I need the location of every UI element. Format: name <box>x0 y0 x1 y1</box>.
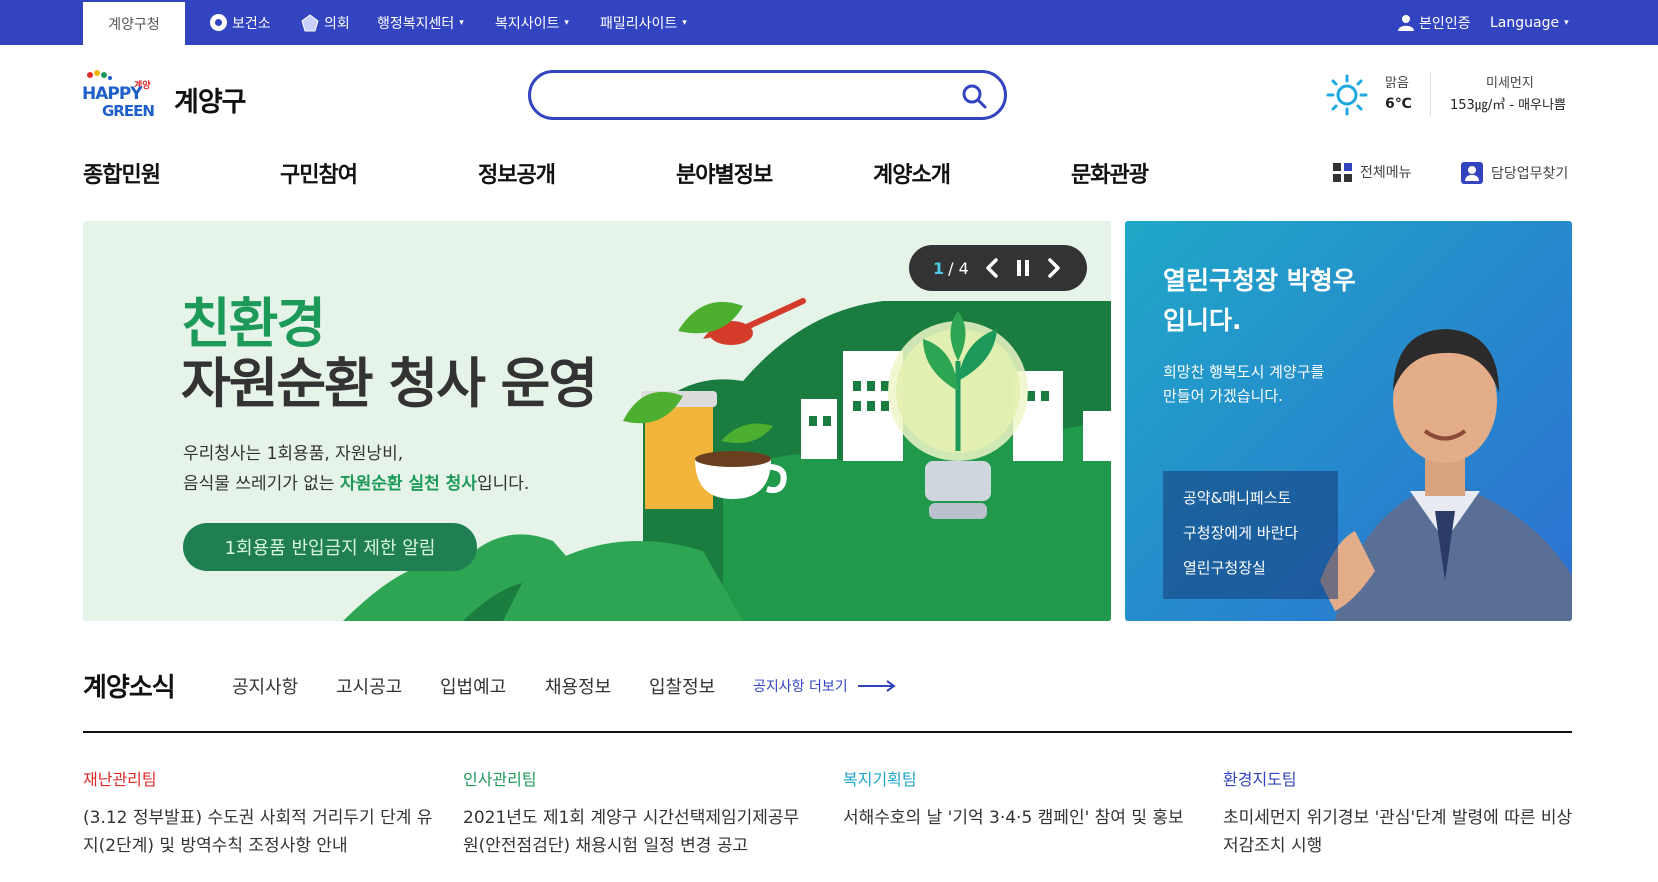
gnb-item-culture-tourism[interactable]: 문화관광 <box>1071 157 1149 189</box>
news-headline[interactable]: (3.12 정부발표) 수도권 사회적 거리두기 단계 유지(2단계) 및 방역… <box>83 804 433 860</box>
dropdown-language[interactable]: Language ▾ <box>1490 0 1569 45</box>
news-headline[interactable]: 초미세먼지 위기경보 '관심'단계 발령에 따른 비상저감조치 시행 <box>1223 804 1573 860</box>
more-notices-link[interactable]: 공지사항 더보기 <box>753 676 896 696</box>
news-item[interactable]: 환경지도팀 초미세먼지 위기경보 '관심'단계 발령에 따른 비상저감조치 시행 <box>1223 766 1573 860</box>
divider <box>83 731 1572 733</box>
slide-current: 1 <box>933 258 945 278</box>
fine-dust-value: 153㎍/㎥ - 매우나쁨 <box>1450 98 1566 113</box>
chevron-down-icon: ▾ <box>459 17 464 28</box>
tab-recruitment[interactable]: 채용정보 <box>545 673 611 699</box>
dropdown-admin-centers[interactable]: 행정복지센터 ▾ <box>377 0 464 45</box>
search-input[interactable] <box>549 81 949 109</box>
search-box <box>528 70 1007 120</box>
mayor-portrait <box>1320 329 1572 621</box>
main-banner-slide[interactable]: 친환경 자원순환 청사 운영 우리청사는 1회용품, 자원낭비, 음식물 쓰레기… <box>83 221 1111 621</box>
link-pledges-manifesto[interactable]: 공약&매니페스토 <box>1183 487 1338 508</box>
next-slide-icon[interactable] <box>1047 258 1061 278</box>
dropdown-family-sites[interactable]: 패밀리사이트 ▾ <box>600 0 687 45</box>
link-council[interactable]: 의회 <box>301 0 350 45</box>
gnb-item-participation[interactable]: 구민참여 <box>280 157 358 189</box>
prev-slide-icon[interactable] <box>985 258 999 278</box>
tab-notices[interactable]: 공지사항 <box>232 673 298 699</box>
gnb-item-field-info[interactable]: 분야별정보 <box>676 157 773 189</box>
health-center-icon <box>210 14 227 31</box>
search-icon[interactable] <box>960 82 988 110</box>
top-utility-bar: 계양구청 보건소 의회 행정복지센터 ▾ 복지사이트 ▾ 패밀리사이트 ▾ 본인… <box>0 0 1658 45</box>
gnb-item-civil-service[interactable]: 종합민원 <box>83 157 161 189</box>
mayor-desc-line2: 만들어 가겠습니다. <box>1163 387 1283 405</box>
banner-desc-highlight: 자원순환 실천 청사 <box>339 474 477 494</box>
site-logo[interactable]: 계양 HAPPY GREEN 계양구 <box>82 68 262 126</box>
pause-icon[interactable] <box>1015 258 1031 278</box>
mayor-links: 공약&매니페스토 구청장에게 바란다 열린구청장실 <box>1163 471 1338 599</box>
fine-dust-label: 미세먼지 <box>1486 76 1534 91</box>
chevron-down-icon: ▾ <box>564 17 569 28</box>
news-department: 환경지도팀 <box>1223 770 1297 789</box>
staff-search-button[interactable]: 담당업무찾기 <box>1461 162 1568 184</box>
dropdown-welfare-sites[interactable]: 복지사이트 ▾ <box>495 0 569 45</box>
mayor-title-line1: 열린구청장 박형우 <box>1163 266 1356 295</box>
news-department: 인사관리팀 <box>463 770 537 789</box>
link-requests-to-mayor[interactable]: 구청장에게 바란다 <box>1183 522 1338 543</box>
divider <box>1430 72 1431 116</box>
tab-gyeyang-office[interactable]: 계양구청 <box>83 2 185 45</box>
news-item[interactable]: 인사관리팀 2021년도 제1회 계양구 시간선택제임기제공무원(안전점검단) … <box>463 766 813 860</box>
mayor-desc-line1: 희망찬 행복도시 계양구를 <box>1163 363 1325 381</box>
link-health-center[interactable]: 보건소 <box>210 0 271 45</box>
news-section-title: 계양소식 <box>83 673 176 703</box>
disposables-notice-button[interactable]: 1회용품 반입금지 제한 알림 <box>183 523 477 571</box>
news-headline[interactable]: 서해수호의 날 '기억 3·4·5 캠페인' 참여 및 홍보 <box>843 804 1193 832</box>
gnb-item-info-disclosure[interactable]: 정보공개 <box>478 157 556 189</box>
arrow-right-icon <box>857 680 896 692</box>
sun-icon <box>1326 74 1368 116</box>
news-department: 재난관리팀 <box>83 770 157 789</box>
all-menu-button[interactable]: 전체메뉴 <box>1333 162 1412 182</box>
weather-state: 맑음 <box>1385 76 1409 91</box>
logo-figures-icon <box>87 70 112 80</box>
grid-menu-icon <box>1333 162 1352 182</box>
slide-counter-total: / 4 <box>948 258 969 278</box>
link-identity-verification[interactable]: 본인인증 <box>1398 0 1471 45</box>
person-icon <box>1461 162 1483 184</box>
user-icon <box>1398 15 1414 31</box>
tab-public-notices[interactable]: 고시공고 <box>336 673 402 699</box>
tab-bids[interactable]: 입찰정보 <box>649 673 715 699</box>
logo-green-text: GREEN <box>102 102 155 120</box>
banner-desc-line1: 우리청사는 1회용품, 자원낭비, <box>183 444 404 464</box>
tab-legislative-notices[interactable]: 입법예고 <box>440 673 506 699</box>
news-item[interactable]: 복지기획팀 서해수호의 날 '기억 3·4·5 캠페인' 참여 및 홍보 <box>843 766 1193 832</box>
slider-controls: 1 / 4 <box>909 245 1087 291</box>
logo-happy-text: HAPPY <box>82 84 143 104</box>
link-open-mayor-office[interactable]: 열린구청장실 <box>1183 557 1338 578</box>
weather-temperature: 6℃ <box>1385 96 1412 112</box>
chevron-down-icon: ▾ <box>1564 17 1569 28</box>
mayor-panel: 열린구청장 박형우 입니다. 희망찬 행복도시 계양구를 만들어 가겠습니다. … <box>1125 221 1572 621</box>
district-name: 계양구 <box>174 87 247 118</box>
news-item[interactable]: 재난관리팀 (3.12 정부발표) 수도권 사회적 거리두기 단계 유지(2단계… <box>83 766 433 860</box>
banner-desc-line2: 음식물 쓰레기가 없는 자원순환 실천 청사입니다. <box>183 474 530 494</box>
news-department: 복지기획팀 <box>843 770 917 789</box>
news-headline[interactable]: 2021년도 제1회 계양구 시간선택제임기제공무원(안전점검단) 채용시험 일… <box>463 804 813 860</box>
chevron-down-icon: ▾ <box>682 17 687 28</box>
council-emblem-icon <box>301 13 319 31</box>
mayor-title-line2: 입니다. <box>1163 306 1242 335</box>
gnb-item-about[interactable]: 계양소개 <box>873 157 951 189</box>
banner-title-line2: 자원순환 청사 운영 <box>181 352 598 415</box>
